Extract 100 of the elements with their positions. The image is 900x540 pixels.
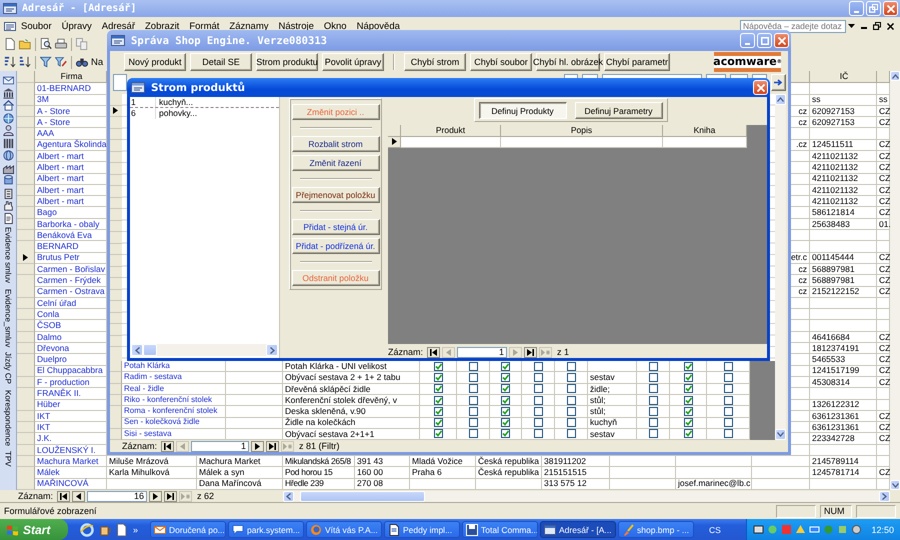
record-field[interactable]: 16 <box>87 490 148 502</box>
side-tab[interactable]: Jízdy CP <box>4 350 12 386</box>
menu-item[interactable]: Nástroje <box>274 20 319 32</box>
checkbox[interactable] <box>724 396 732 405</box>
checkbox[interactable] <box>434 418 442 428</box>
checkbox[interactable] <box>501 406 510 416</box>
first-button[interactable] <box>57 490 70 502</box>
checkbox[interactable] <box>724 362 732 371</box>
column-header[interactable]: IČ <box>810 71 877 83</box>
toolbar-button[interactable]: Strom produktu <box>256 53 318 71</box>
checkbox[interactable] <box>724 372 732 382</box>
tab[interactable]: Definuj Produkty <box>478 102 566 119</box>
checkbox[interactable] <box>684 384 692 394</box>
next-button[interactable] <box>251 440 264 452</box>
checkbox[interactable] <box>648 384 658 394</box>
taskbar-button[interactable]: Peddy impl... <box>384 521 460 538</box>
menu-item[interactable]: Okno <box>318 20 352 32</box>
row-selector[interactable] <box>17 252 35 264</box>
overflow-chevron[interactable]: » <box>133 524 138 534</box>
checkbox[interactable] <box>648 429 658 438</box>
checkbox[interactable] <box>566 418 576 428</box>
menu-item[interactable]: Záznamy <box>224 20 274 32</box>
checkbox[interactable] <box>684 429 692 438</box>
side-tab[interactable]: Korespondence <box>4 388 12 448</box>
close-button[interactable] <box>774 33 789 48</box>
toolbar-button[interactable]: Chybí soubor <box>470 53 532 71</box>
input-field[interactable] <box>113 74 127 91</box>
column-header[interactable]: Popis <box>501 125 663 136</box>
toolbar-button[interactable]: Chybí parametr <box>604 53 670 71</box>
checkbox[interactable] <box>468 396 478 405</box>
checkbox[interactable] <box>534 406 542 416</box>
last-button[interactable] <box>164 490 178 502</box>
next-button[interactable] <box>149 490 162 502</box>
side-tab[interactable]: Evidence_smluv <box>4 286 12 349</box>
minimize-button[interactable] <box>740 33 755 48</box>
toolbar-button[interactable]: Detail SE <box>190 53 252 71</box>
checkbox[interactable] <box>434 384 442 394</box>
language-indicator[interactable]: CS <box>706 524 724 534</box>
checkbox[interactable] <box>468 418 478 428</box>
taskbar-button[interactable]: Total Comma... <box>462 521 538 538</box>
checkbox[interactable] <box>684 396 692 405</box>
checkbox[interactable] <box>566 362 576 371</box>
checkbox[interactable] <box>648 406 658 416</box>
column-header[interactable]: Produkt <box>401 125 501 136</box>
side-tab[interactable]: Evidence smluv <box>4 225 12 286</box>
taskbar-button[interactable]: Adresář - [A... <box>540 521 616 538</box>
first-button[interactable] <box>427 346 440 358</box>
action-button[interactable]: Změnit řazení <box>292 155 380 171</box>
column-header[interactable] <box>877 71 890 83</box>
checkbox[interactable] <box>501 384 510 394</box>
checkbox[interactable] <box>468 372 478 382</box>
checkbox[interactable] <box>684 372 692 382</box>
checkbox[interactable] <box>501 372 510 382</box>
checkbox[interactable] <box>534 384 542 394</box>
tab[interactable]: Definuj Parametry <box>574 102 662 119</box>
column-header[interactable] <box>17 71 35 83</box>
checkbox[interactable] <box>501 429 510 438</box>
taskbar-button[interactable]: park.system... <box>228 521 304 538</box>
taskbar-button[interactable]: Doručená po... <box>150 521 226 538</box>
tree-item[interactable]: pohovky... <box>156 108 198 119</box>
row-selector[interactable] <box>388 136 401 148</box>
checkbox[interactable] <box>501 362 510 371</box>
column-header[interactable]: Firma <box>35 71 107 83</box>
taskbar-button[interactable]: shop.bmp - ... <box>618 521 694 538</box>
checkbox[interactable] <box>468 429 478 438</box>
maximize-button[interactable] <box>757 33 772 48</box>
checkbox[interactable] <box>684 418 692 428</box>
checkbox[interactable] <box>534 396 542 405</box>
checkbox[interactable] <box>724 384 732 394</box>
checkbox[interactable] <box>534 362 542 371</box>
toolbar-button[interactable]: Povolit úpravy <box>322 53 384 71</box>
checkbox[interactable] <box>648 418 658 428</box>
menu-item[interactable]: Zobrazit <box>140 20 184 32</box>
checkbox[interactable] <box>434 362 442 371</box>
tree-item[interactable]: kuchyň... <box>156 97 194 107</box>
checkbox[interactable] <box>566 429 576 438</box>
minimize-button[interactable] <box>849 1 864 16</box>
checkbox[interactable] <box>501 418 510 428</box>
checkbox[interactable] <box>724 429 732 438</box>
table-cell[interactable] <box>501 136 663 148</box>
action-button[interactable]: Přidat - stejná úr. <box>292 219 380 235</box>
side-tab[interactable]: TPV <box>4 449 12 469</box>
first-button[interactable] <box>161 440 174 452</box>
checkbox[interactable] <box>684 362 692 371</box>
menu-item[interactable]: Formát <box>184 20 224 32</box>
checkbox[interactable] <box>434 429 442 438</box>
menu-item[interactable]: Úpravy <box>56 20 97 32</box>
checkbox[interactable] <box>566 372 576 382</box>
checkbox[interactable] <box>566 384 576 394</box>
checkbox[interactable] <box>648 372 658 382</box>
menu-item[interactable]: Soubor <box>16 20 57 32</box>
toolbar-button[interactable]: Chybí strom <box>404 53 466 71</box>
go-button[interactable] <box>771 74 786 91</box>
checkbox[interactable] <box>468 384 478 394</box>
checkbox[interactable] <box>468 362 478 371</box>
record-field[interactable]: 1 <box>191 440 250 452</box>
action-button[interactable]: Rozbalit strom <box>292 136 380 152</box>
previous-button[interactable] <box>72 490 86 502</box>
checkbox[interactable] <box>534 372 542 382</box>
checkbox[interactable] <box>468 406 478 416</box>
